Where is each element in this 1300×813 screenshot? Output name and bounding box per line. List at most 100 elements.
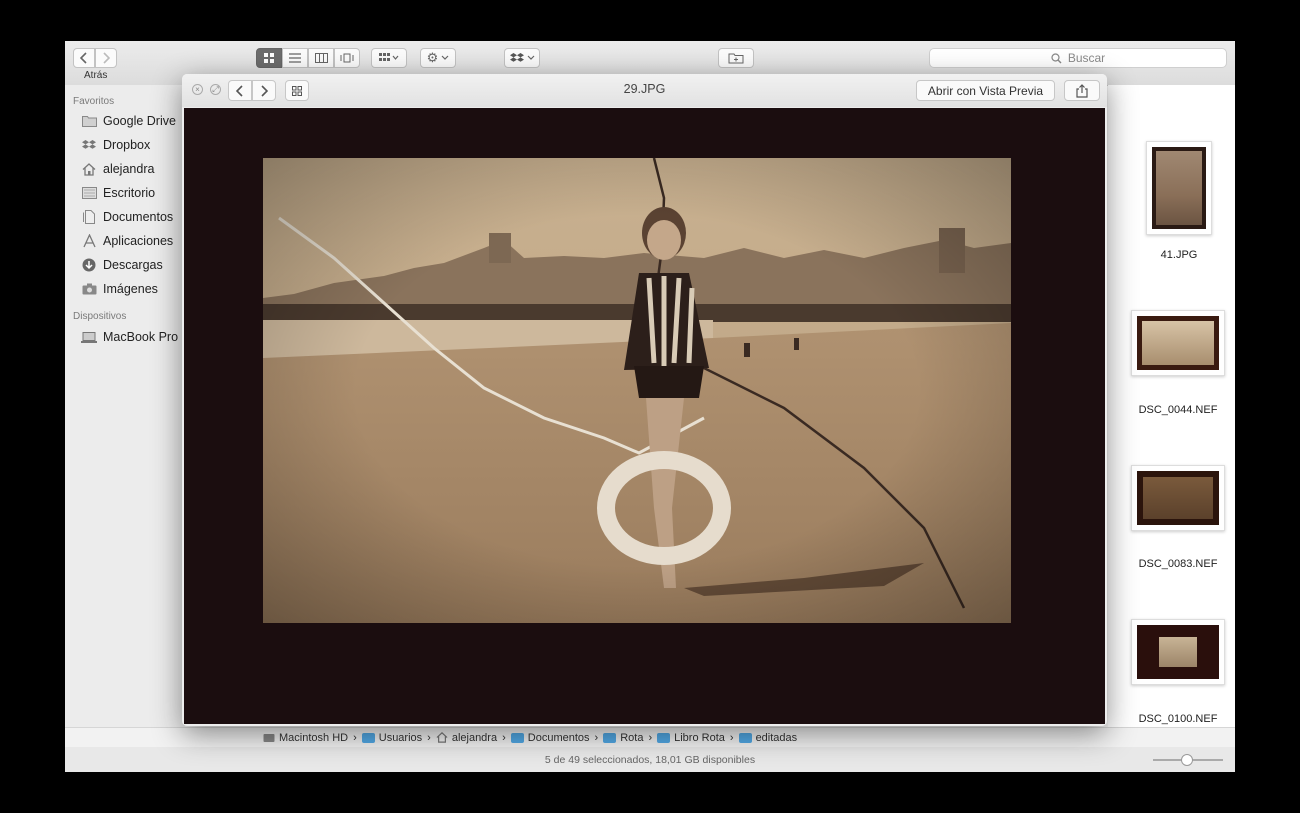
path-separator: ›: [594, 731, 599, 744]
sidebar-item-descargas[interactable]: Descargas: [81, 255, 163, 275]
path-item-libro-rota[interactable]: Libro Rota: [657, 732, 725, 744]
share-icon: [1076, 83, 1088, 98]
icon-view-button[interactable]: [256, 48, 282, 68]
path-item-rota[interactable]: Rota: [603, 732, 643, 744]
sidebar-item-label: Imágenes: [103, 282, 158, 296]
path-separator: ›: [648, 731, 653, 744]
cover-flow-button[interactable]: [334, 48, 360, 68]
folder-icon: [510, 732, 524, 743]
path-label: Macintosh HD: [279, 731, 349, 744]
thumbnail-41-jpg[interactable]: [1146, 141, 1212, 235]
chevron-right-icon: [103, 52, 110, 64]
sidebar-item-alejandra[interactable]: alejandra: [81, 159, 154, 179]
open-with-preview-button[interactable]: Abrir con Vista Previa: [916, 80, 1055, 101]
sidebar: Favoritos Google Drive Dropbox alejandra…: [65, 85, 185, 746]
thumbnail-dsc-0100[interactable]: [1131, 619, 1225, 685]
sidebar-item-documentos[interactable]: Documentos: [81, 207, 173, 227]
magnifier-icon: [1051, 52, 1062, 63]
path-separator: ›: [729, 731, 734, 744]
folder-icon: [81, 114, 97, 128]
sidebar-item-google-drive[interactable]: Google Drive: [81, 111, 176, 131]
sidebar-item-label: MacBook Pro: [103, 330, 179, 344]
new-folder-icon: [728, 53, 744, 64]
thumbnail-dsc-0083[interactable]: [1131, 465, 1225, 531]
sidebar-item-label: Descargas: [103, 258, 163, 272]
path-label: Libro Rota: [674, 731, 725, 744]
thumbnail-label: DSC_0083.NEF: [1138, 558, 1218, 570]
favorites-header: Favoritos: [73, 96, 115, 107]
photo-preview: [184, 108, 1105, 724]
sidebar-item-label: Google Drive: [103, 114, 176, 128]
dropbox-button[interactable]: [504, 48, 540, 68]
thumbnail-label: DSC_0100.NEF: [1138, 713, 1218, 725]
sidebar-item-imagenes[interactable]: Imágenes: [81, 279, 158, 299]
chevron-down-icon: [441, 55, 449, 60]
sidebar-item-aplicaciones[interactable]: Aplicaciones: [81, 231, 173, 251]
arrange-button[interactable]: [371, 48, 407, 68]
back-label: Atrás: [84, 70, 108, 81]
quick-look-titlebar: × ⤢ 29.JPG Abrir con Vista Previa: [182, 74, 1107, 107]
folder-icon: [738, 732, 752, 743]
list-view-button[interactable]: [282, 48, 308, 68]
applications-icon: [81, 234, 97, 248]
chevron-left-icon: [80, 52, 87, 64]
thumbnail-image: [1152, 147, 1206, 229]
action-button[interactable]: ⚙: [420, 48, 456, 68]
path-bar: Macintosh HD › Usuarios › alejandra › Do…: [65, 727, 1235, 747]
thumbnail-image: [1137, 471, 1219, 525]
path-item-documentos[interactable]: Documentos: [510, 732, 590, 744]
path-separator: ›: [353, 731, 357, 744]
thumbnail-image: [1137, 625, 1219, 679]
sidebar-item-label: Aplicaciones: [103, 234, 174, 248]
share-button[interactable]: [1064, 80, 1100, 101]
home-icon: [81, 162, 97, 176]
back-button[interactable]: [73, 48, 95, 68]
sidebar-item-escritorio[interactable]: Escritorio: [81, 183, 155, 203]
icon-size-slider[interactable]: [1153, 754, 1223, 766]
thumbnail-label: DSC_0044.NEF: [1138, 404, 1218, 416]
sidebar-item-label: alejandra: [103, 162, 155, 176]
list-icon: [289, 53, 301, 63]
sidebar-item-label: Dropbox: [103, 138, 151, 152]
path-label: Usuarios: [378, 731, 423, 744]
path-separator: ›: [502, 731, 506, 744]
thumbnail-label: 41.JPG: [1160, 249, 1198, 261]
folder-icon: [657, 732, 671, 743]
desktop-icon: [81, 186, 97, 200]
chevron-down-icon: [527, 55, 534, 60]
forward-button[interactable]: [95, 48, 117, 68]
home-icon: [436, 732, 448, 743]
camera-icon: [81, 282, 97, 296]
path-label: alejandra: [451, 731, 498, 744]
search-field[interactable]: Buscar: [929, 48, 1227, 68]
column-view-button[interactable]: [308, 48, 334, 68]
status-bar: 5 de 49 seleccionados, 18,01 GB disponib…: [65, 747, 1235, 772]
path-item-alejandra[interactable]: alejandra: [436, 732, 497, 744]
sidebar-item-macbook-pro[interactable]: MacBook Pro: [81, 327, 178, 347]
sidebar-item-label: Documentos: [103, 210, 174, 224]
path-item-editadas[interactable]: editadas: [738, 731, 798, 744]
path-label: editadas: [755, 731, 798, 744]
sidebar-item-dropbox[interactable]: Dropbox: [81, 135, 150, 155]
folder-icon: [603, 732, 617, 743]
devices-header: Dispositivos: [73, 311, 127, 322]
new-folder-button[interactable]: [718, 48, 754, 68]
path-separator: ›: [427, 731, 431, 744]
document-icon: [81, 210, 97, 224]
path-item-macintosh-hd[interactable]: Macintosh HD: [263, 732, 348, 744]
arrange-grid-icon: [379, 53, 399, 61]
search-placeholder: Buscar: [1067, 51, 1106, 65]
columns-icon: [314, 53, 328, 63]
slider-knob[interactable]: [1181, 754, 1193, 766]
folder-icon: [361, 732, 375, 743]
path-item-usuarios[interactable]: Usuarios: [361, 731, 423, 744]
grid-icon: [264, 53, 274, 63]
hard-drive-icon: [263, 733, 275, 742]
thumbnail-image: [1137, 316, 1219, 370]
dropbox-icon: [509, 52, 524, 62]
cover-flow-icon: [340, 53, 354, 63]
thumbnail-dsc-0044[interactable]: [1131, 310, 1225, 376]
status-text: 5 de 49 seleccionados, 18,01 GB disponib…: [544, 753, 756, 766]
thumbnail-column: 41.JPG DSC_0044.NEF DSC_0083.NEF DSC_010…: [1108, 85, 1235, 746]
download-icon: [81, 258, 97, 272]
